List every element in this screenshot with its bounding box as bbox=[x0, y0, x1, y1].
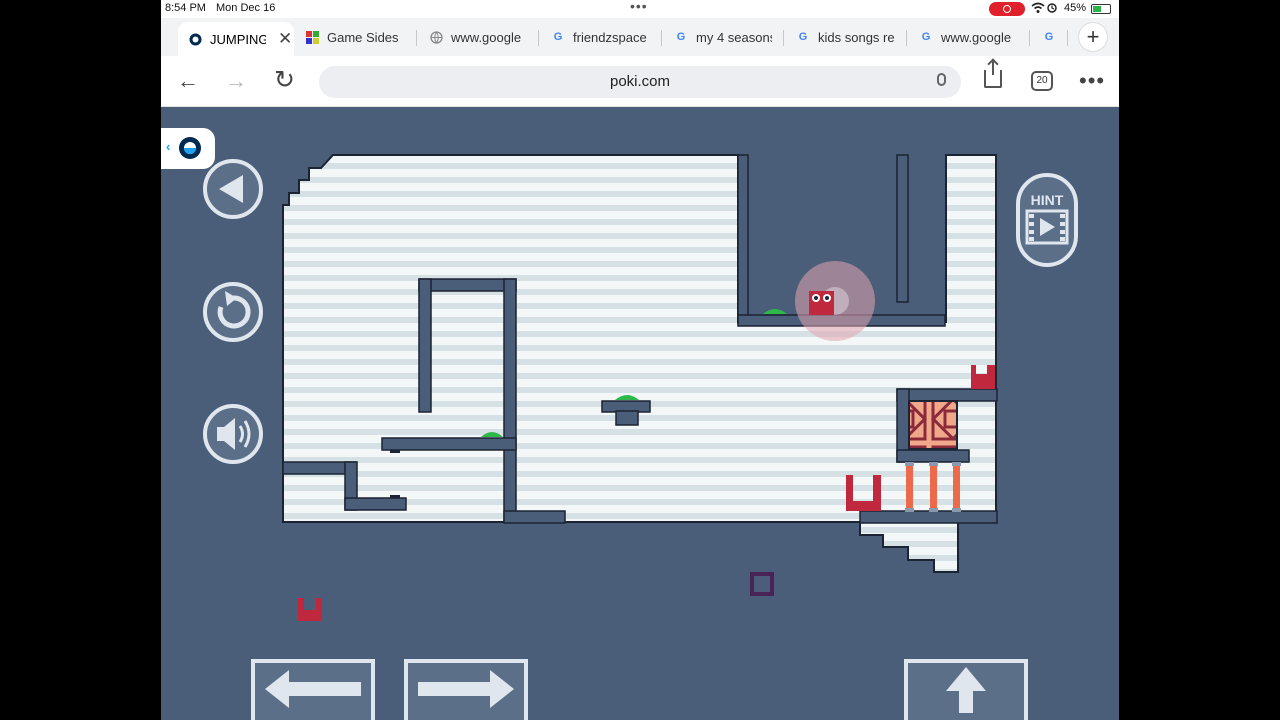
back-button[interactable] bbox=[203, 159, 263, 219]
screen-record-icon bbox=[989, 2, 1025, 16]
status-time: 8:54 PM bbox=[165, 2, 206, 14]
switch-button-off bbox=[390, 495, 400, 498]
close-tab-icon[interactable]: ✕ bbox=[278, 29, 292, 49]
tab-title: JUMPING bbox=[210, 31, 266, 47]
move-right-button[interactable] bbox=[404, 659, 528, 720]
tab-title: my 4 seasons bbox=[696, 29, 772, 45]
tab-title: friendzspace bbox=[573, 29, 647, 45]
tab-title: Game Sides bbox=[327, 29, 399, 45]
switch-button-off bbox=[390, 450, 400, 453]
tablet-screen: 8:54 PM Mon Dec 16 ••• 45% JUMPING ✕ Gam… bbox=[161, 0, 1119, 720]
tab-jumping[interactable]: JUMPING ✕ bbox=[178, 22, 294, 56]
tab-title: www.google bbox=[941, 29, 1012, 45]
restart-button[interactable] bbox=[203, 282, 263, 342]
hint-button[interactable]: HINT bbox=[1016, 173, 1078, 267]
address-bar[interactable]: poki.com bbox=[319, 66, 961, 98]
browser-toolbar: ← → ↻ poki.com 20 ••• bbox=[161, 56, 1119, 107]
globe-icon bbox=[429, 30, 443, 44]
tab-title: kids songs re bbox=[818, 29, 895, 45]
status-bar: 8:54 PM Mon Dec 16 ••• 45% bbox=[161, 0, 1119, 18]
tab-count-button[interactable]: 20 bbox=[1031, 71, 1053, 91]
forward-arrow-icon[interactable]: → bbox=[225, 68, 247, 94]
hint-label: HINT bbox=[1031, 192, 1064, 208]
tab-game-sides[interactable]: Game Sides bbox=[295, 22, 407, 52]
goal-portal bbox=[908, 400, 958, 450]
tab-google-3[interactable]: G bbox=[1032, 22, 1068, 52]
exit-square bbox=[750, 572, 774, 596]
multitask-dots-icon[interactable]: ••• bbox=[630, 0, 648, 14]
red-cup bbox=[298, 598, 322, 621]
move-left-button[interactable] bbox=[251, 659, 375, 720]
game-canvas[interactable]: HINT bbox=[161, 107, 1119, 720]
share-icon[interactable] bbox=[984, 61, 1002, 88]
google-icon: G bbox=[798, 31, 808, 43]
more-menu-icon[interactable]: ••• bbox=[1079, 68, 1105, 94]
jump-button[interactable] bbox=[904, 659, 1028, 720]
grid-icon bbox=[305, 30, 319, 44]
tab-kids-songs[interactable]: G kids songs re bbox=[786, 22, 898, 52]
poki-icon bbox=[188, 32, 202, 46]
game-area[interactable]: ‹ HINT bbox=[161, 107, 1119, 720]
google-icon: G bbox=[921, 31, 931, 43]
microphone-icon[interactable] bbox=[937, 73, 946, 86]
battery-percent: 45% bbox=[1064, 2, 1087, 14]
google-icon: G bbox=[676, 31, 686, 43]
reload-icon[interactable]: ↻ bbox=[274, 65, 295, 95]
google-icon: G bbox=[553, 31, 563, 43]
url-text: poki.com bbox=[609, 73, 671, 90]
switch-button bbox=[763, 309, 787, 314]
tab-my-4-seasons[interactable]: G my 4 seasons bbox=[664, 22, 776, 52]
sound-button[interactable] bbox=[203, 404, 263, 464]
tab-friendzspace[interactable]: G friendzspace bbox=[541, 22, 653, 52]
new-tab-button[interactable]: + bbox=[1078, 22, 1108, 52]
wifi-icon bbox=[1031, 2, 1059, 17]
back-arrow-icon[interactable]: ← bbox=[177, 68, 199, 94]
tab-google-2[interactable]: G www.google bbox=[909, 22, 1021, 52]
google-icon: G bbox=[1044, 31, 1054, 43]
tab-title: www.google bbox=[451, 29, 522, 45]
tab-bar: JUMPING ✕ Game Sides www.google G friend… bbox=[161, 18, 1119, 56]
player-character[interactable] bbox=[809, 291, 834, 315]
status-date: Mon Dec 16 bbox=[216, 2, 276, 14]
tab-google-1[interactable]: www.google bbox=[419, 22, 531, 52]
battery-icon bbox=[1091, 4, 1111, 14]
